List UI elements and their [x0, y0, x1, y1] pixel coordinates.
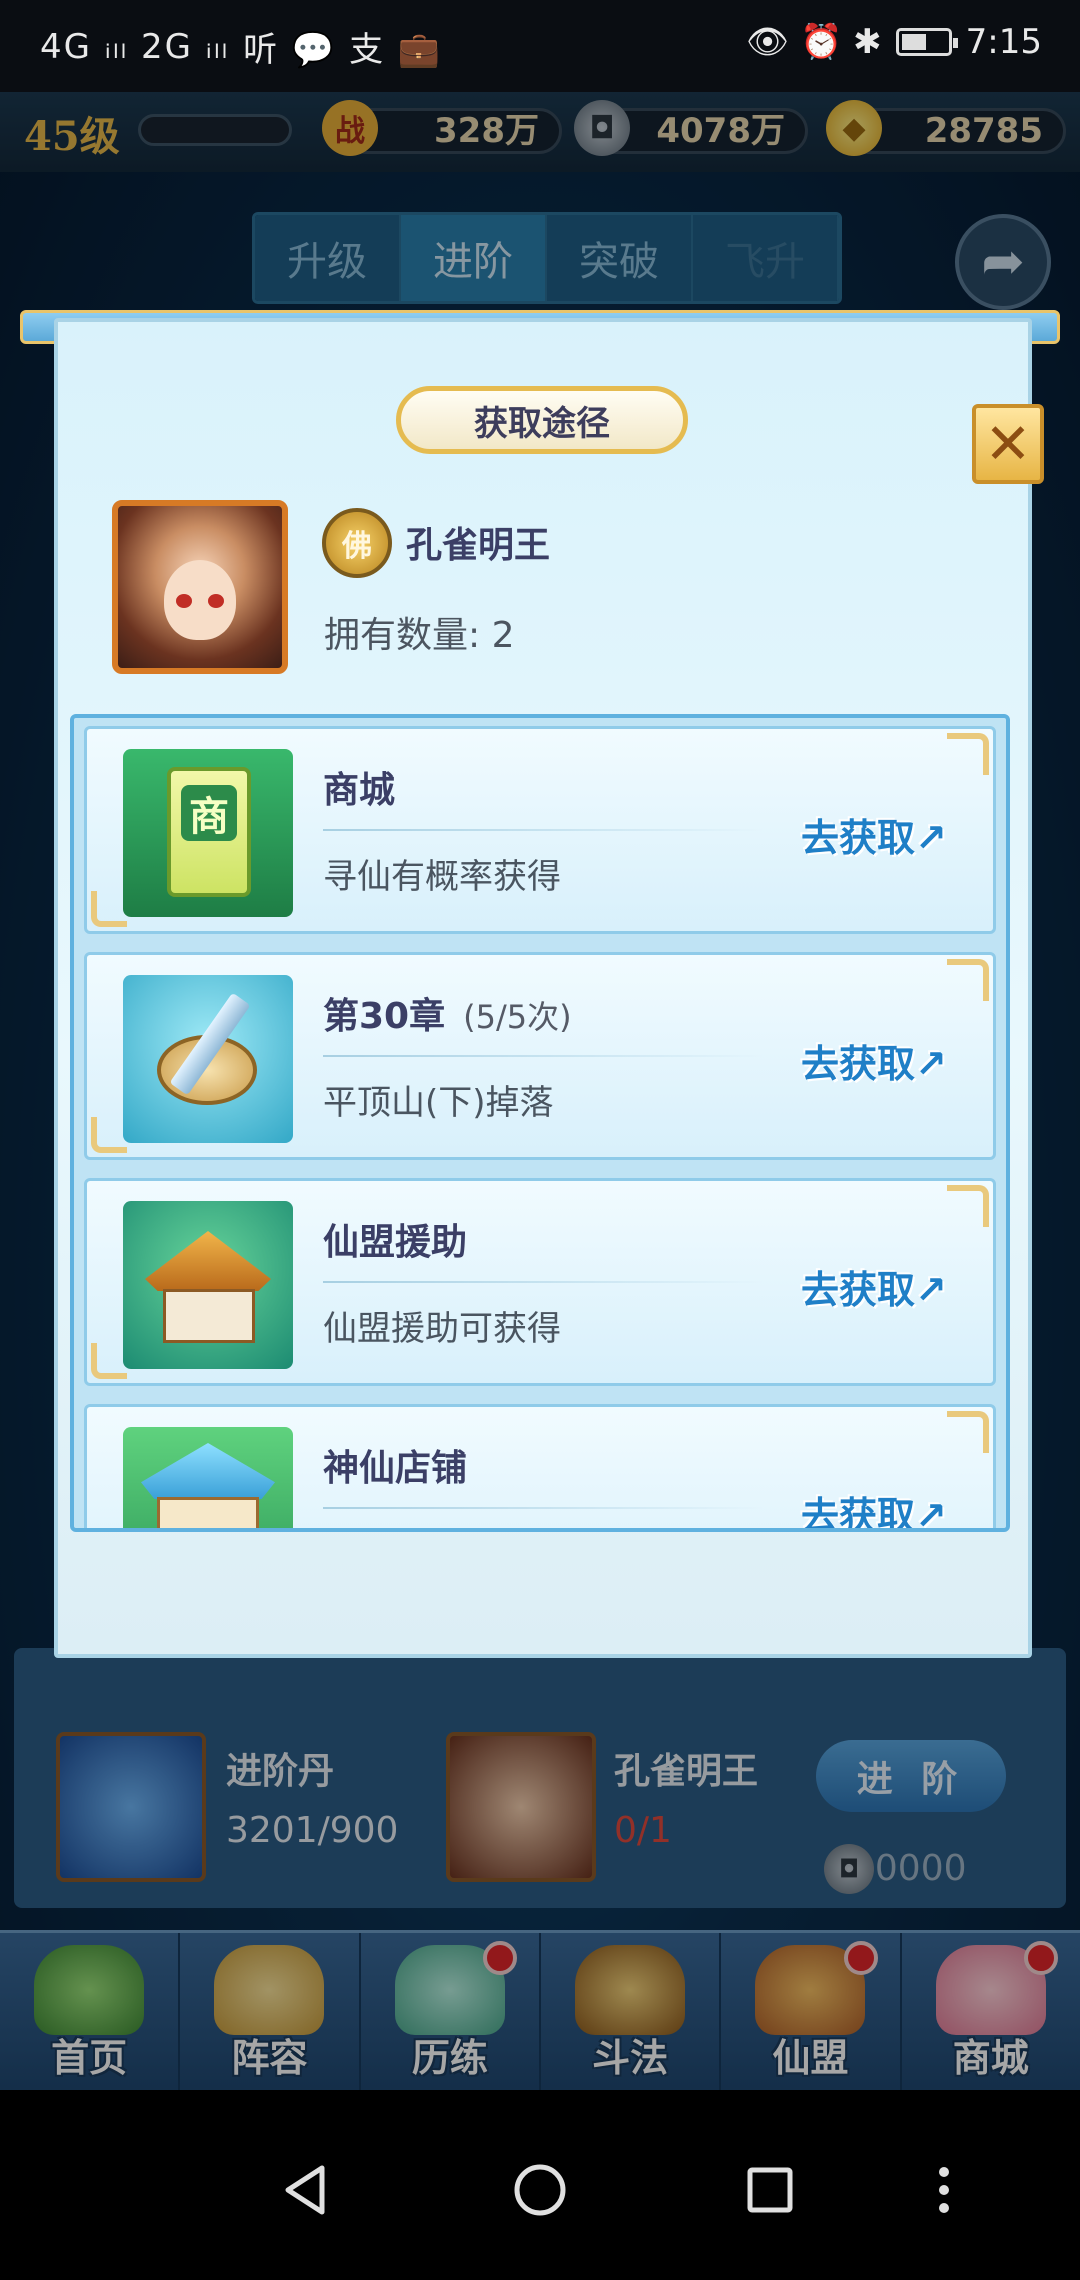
clock: 7:15: [965, 22, 1042, 62]
hero-name: 孔雀明王: [406, 525, 551, 566]
battery-fill: [901, 34, 926, 50]
source-title: 商城: [323, 761, 395, 813]
source-card-alliance: 仙盟援助 仙盟援助可获得 去获取↗: [84, 1178, 996, 1386]
go-obtain-button[interactable]: 去获取↗: [801, 1259, 947, 1314]
hero-face: [164, 560, 236, 640]
buddha-faction-icon: 佛: [322, 508, 392, 578]
back-triangle-icon[interactable]: [268, 2150, 348, 2230]
pavilion-wall: [163, 1289, 255, 1343]
source-card-immortal-shop: 神仙店铺 去获取↗: [84, 1404, 996, 1528]
source-title-text: 第30章: [323, 996, 446, 1037]
system-nav-bar: [0, 2090, 1080, 2280]
signal-icons: 4G ᵢₗₗ 2G ᵢₗₗ: [40, 26, 230, 67]
source-description: 寻仙有概率获得: [323, 857, 561, 897]
tower-roof: [141, 1443, 275, 1499]
source-title-text: 商城: [323, 770, 396, 811]
hero-eye-right: [208, 594, 224, 608]
source-description: 平顶山(下)掉落: [323, 1083, 554, 1123]
status-left: 4G ᵢₗₗ 2G ᵢₗₗ 听 💬 支 💼: [40, 22, 442, 71]
close-button[interactable]: ✕: [972, 404, 1044, 484]
source-title: 仙盟援助: [323, 1213, 467, 1265]
attempts-count: (5/5次): [463, 998, 572, 1036]
source-title-text: 神仙店铺: [323, 1448, 468, 1489]
card-corner-ornament: [947, 959, 989, 1001]
tower-wall: [157, 1497, 259, 1528]
source-title: 第30章 (5/5次): [323, 987, 572, 1039]
notification-icons: 听 💬 支 💼: [243, 30, 443, 70]
card-corner-ornament: [91, 1117, 127, 1153]
card-corner-ornament: [947, 1185, 989, 1227]
card-corner-ornament: [91, 891, 127, 927]
go-obtain-button[interactable]: 去获取↗: [801, 1033, 947, 1088]
sword-icon: [123, 975, 293, 1143]
source-card-shop: 商 商城 寻仙有概率获得 去获取↗: [84, 726, 996, 934]
divider: [323, 1507, 763, 1509]
shop-icon: 商: [123, 749, 293, 917]
status-right: 👁 ⏰ ✱ 7:15: [746, 22, 1042, 62]
dialog-title: 获取途径: [396, 386, 688, 454]
hero-eye-left: [176, 594, 192, 608]
recents-square-icon[interactable]: [730, 2150, 810, 2230]
divider: [323, 1055, 763, 1057]
pavilion-roof: [145, 1231, 271, 1291]
source-list[interactable]: 商 商城 寻仙有概率获得 去获取↗ 第30章 (5/5次) 平顶山(下)掉落 去获…: [70, 714, 1010, 1532]
source-description: 仙盟援助可获得: [323, 1309, 561, 1349]
card-corner-ornament: [947, 1411, 989, 1453]
more-vertical-icon[interactable]: [904, 2150, 984, 2230]
shop-icon-glyph: 商: [181, 785, 237, 841]
status-bar: 4G ᵢₗₗ 2G ᵢₗₗ 听 💬 支 💼 👁 ⏰ ✱ 7:15: [0, 0, 1080, 92]
owned-count: 拥有数量: 2: [324, 615, 515, 656]
go-obtain-button[interactable]: 去获取↗: [801, 807, 947, 862]
source-card-chapter: 第30章 (5/5次) 平顶山(下)掉落 去获取↗: [84, 952, 996, 1160]
pavilion-icon: [123, 1201, 293, 1369]
source-title: 神仙店铺: [323, 1439, 467, 1491]
card-corner-ornament: [947, 733, 989, 775]
home-circle-icon[interactable]: [500, 2150, 580, 2230]
system-icons: 👁 ⏰ ✱: [746, 22, 882, 62]
go-obtain-button[interactable]: 去获取↗: [801, 1485, 947, 1528]
close-icon: ✕: [984, 411, 1032, 477]
tower-icon: [123, 1427, 293, 1528]
source-title-text: 仙盟援助: [323, 1222, 468, 1263]
divider: [323, 829, 763, 831]
divider: [323, 1281, 763, 1283]
hero-portrait: [112, 500, 288, 674]
card-corner-ornament: [91, 1343, 127, 1379]
shop-card-graphic: 商: [167, 767, 251, 897]
battery-icon: [895, 28, 958, 56]
